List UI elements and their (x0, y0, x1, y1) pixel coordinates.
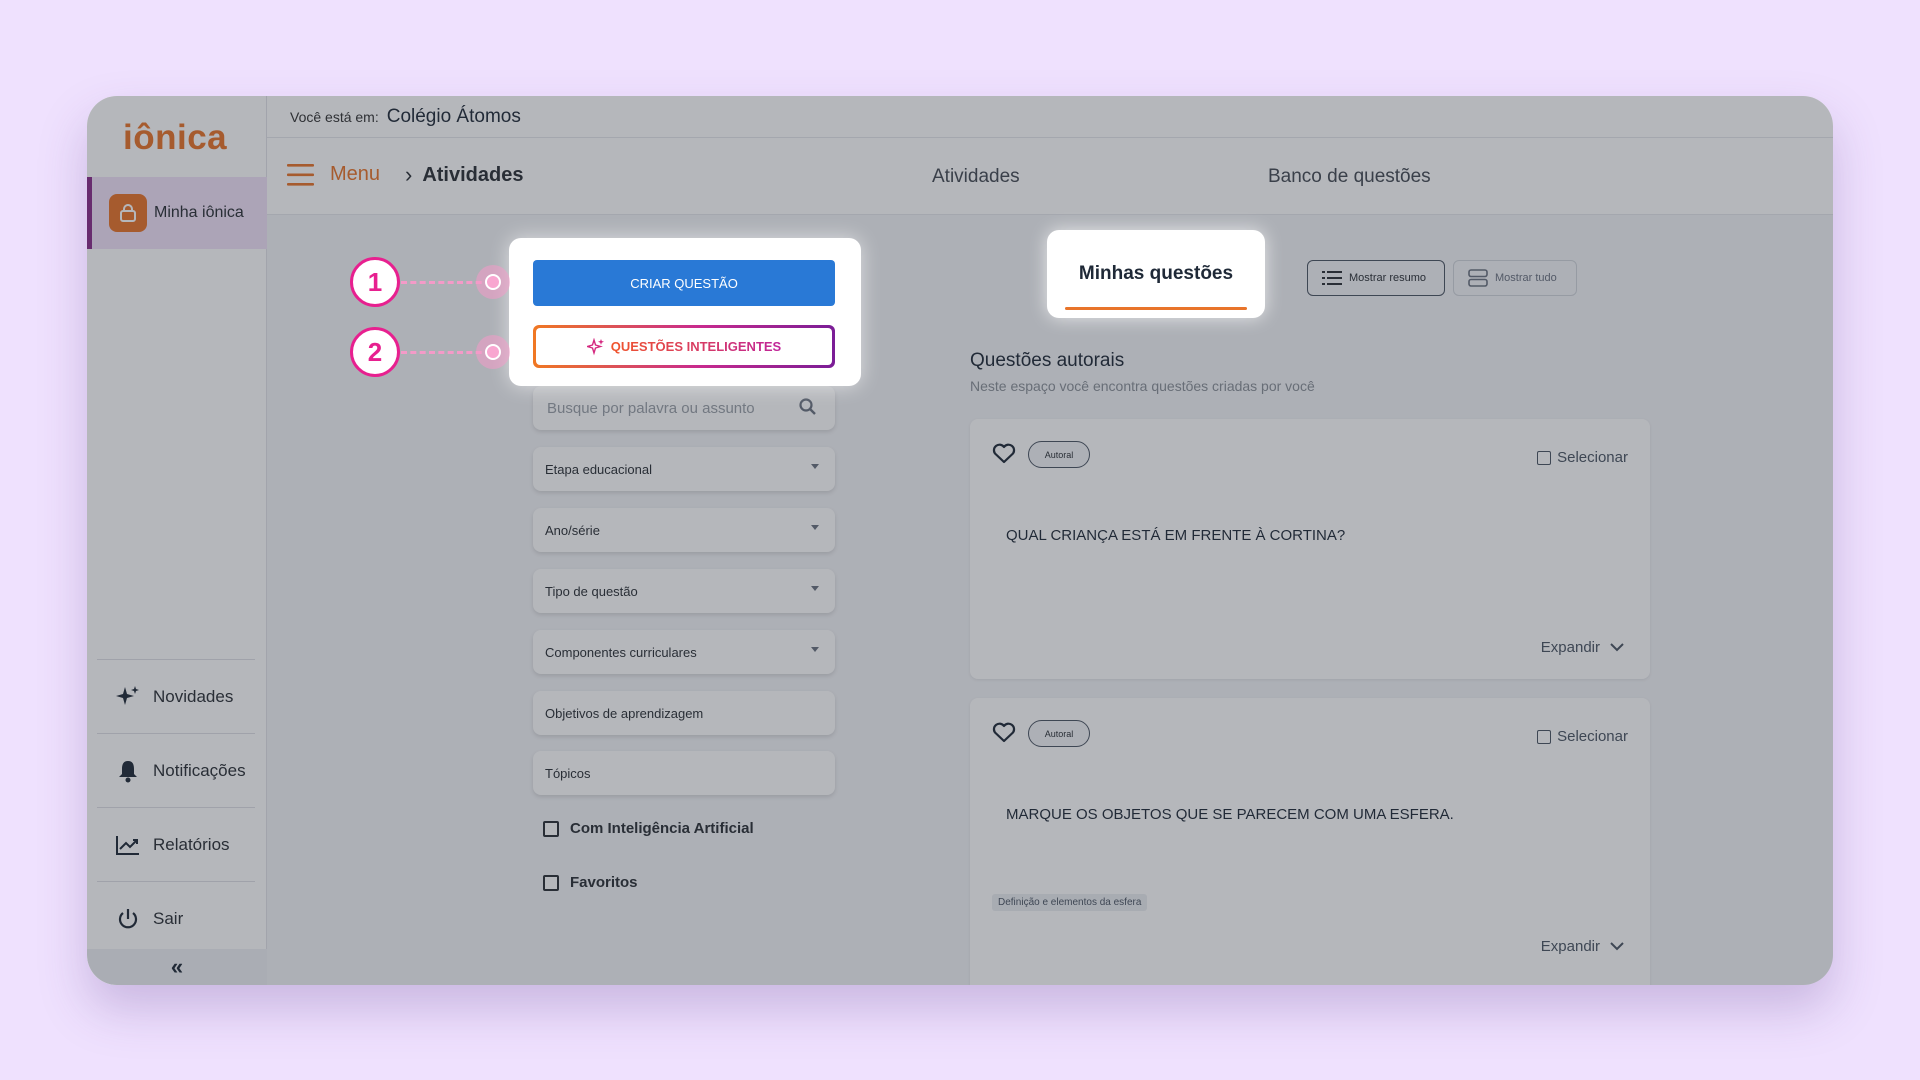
sidebar-item-label: Sair (153, 908, 184, 928)
sidebar-item-label: Novidades (153, 686, 234, 706)
chevron-right-icon: › (405, 162, 413, 187)
menu-button[interactable]: Menu (287, 163, 380, 186)
filter-componentes-curriculares[interactable]: Componentes curriculares (533, 630, 835, 674)
section-title: Questões autorais (970, 350, 1125, 371)
expand-label: Expandir (1540, 938, 1600, 955)
menu-label: Menu (330, 163, 381, 185)
hamburger-icon (287, 163, 314, 186)
smart-questions-label: QUESTÕES INTELIGENTES (610, 339, 782, 354)
school-name[interactable]: Colégio Átomos (387, 106, 521, 128)
checkbox-box[interactable] (1537, 450, 1552, 465)
expand-label: Expandir (1540, 639, 1600, 656)
select-checkbox[interactable]: Selecionar (1537, 449, 1628, 466)
search-input[interactable]: Busque por palavra ou assunto (533, 386, 835, 430)
filter-label: Ano/série (545, 522, 600, 538)
sparkles-icon (586, 337, 604, 355)
tab-atividades[interactable]: Atividades (932, 138, 1020, 215)
filter-etapa-educacional[interactable]: Etapa educacional (533, 447, 835, 491)
filter-ano-serie[interactable]: Ano/série (533, 508, 835, 552)
highlight-popover: CRIAR QUESTÃO QUESTÕES INTELIGENTES (509, 238, 861, 386)
expand-button[interactable]: Expandir (1541, 938, 1624, 955)
tab-label: Minhas questões (1078, 263, 1234, 284)
sidebar-item-label: Minha iônica (154, 204, 244, 221)
question-card: Autoral Selecionar QUAL CRIANÇA ESTÁ EM … (970, 419, 1650, 679)
caret-down-icon (811, 525, 819, 530)
question-text: QUAL CRIANÇA ESTÁ EM FRENTE À CORTINA? (1006, 527, 1346, 544)
search-icon[interactable] (799, 398, 817, 420)
select-label: Selecionar (1557, 449, 1628, 466)
caret-down-icon (811, 586, 819, 591)
filter-topicos[interactable]: Tópicos (533, 751, 835, 795)
filter-label: Tópicos (545, 765, 591, 781)
filter-label: Tipo de questão (545, 583, 638, 599)
power-icon (113, 904, 143, 934)
toggle-label: Mostrar resumo (1349, 272, 1427, 284)
question-text: MARQUE OS OBJETOS QUE SE PARECEM COM UMA… (1006, 806, 1454, 823)
chevron-down-icon (1610, 643, 1624, 652)
filter-objetivos-de-aprendizagem[interactable]: Objetivos de aprendizagem (533, 691, 835, 735)
tab-minhas-questoes[interactable]: Minhas questões (1047, 230, 1265, 318)
caret-down-icon (811, 464, 819, 469)
checkbox-label: Favoritos (570, 874, 638, 891)
search-placeholder: Busque por palavra ou assunto (547, 399, 755, 417)
heart-icon[interactable] (992, 443, 1016, 469)
checkbox-favoritos[interactable]: Favoritos (543, 874, 638, 891)
lock-bag-icon (109, 194, 147, 232)
toggle-label: Mostrar tudo (1495, 272, 1557, 284)
create-question-button[interactable]: CRIAR QUESTÃO (533, 260, 835, 306)
navigation-bar: Menu › Atividades Atividades Banco de qu… (267, 138, 1833, 215)
smart-questions-inner: QUESTÕES INTELIGENTES (536, 328, 832, 365)
checkbox-box[interactable] (543, 874, 559, 891)
ionica-logo[interactable]: iônica (123, 118, 227, 158)
topic-tag: Definição e elementos da esfera (992, 894, 1148, 911)
filter-label: Objetivos de aprendizagem (545, 705, 704, 721)
filter-tipo-de-questao[interactable]: Tipo de questão (533, 569, 835, 613)
tab-banco-de-questoes[interactable]: Banco de questões (1268, 138, 1431, 215)
location-bar: Você está em: Colégio Átomos (267, 96, 1833, 138)
checkbox-box[interactable] (543, 820, 559, 837)
sidebar: iônica Minha iônica Novidades Notificaçõ… (87, 96, 267, 985)
checkbox-com-ia[interactable]: Com Inteligência Artificial (543, 820, 754, 837)
expand-button[interactable]: Expandir (1541, 639, 1624, 656)
caret-down-icon (811, 647, 819, 652)
active-tab-underline (1065, 307, 1247, 310)
sidebar-item-minha-ionica[interactable]: Minha iônica (87, 177, 267, 249)
rows-icon (1468, 269, 1488, 287)
sidebar-item-sair[interactable]: Sair (97, 881, 255, 955)
question-card: Autoral Selecionar MARQUE OS OBJETOS QUE… (970, 698, 1650, 985)
sidebar-item-notificacoes[interactable]: Notificações (97, 733, 255, 807)
smart-questions-button[interactable]: QUESTÕES INTELIGENTES (533, 325, 835, 368)
chart-icon (113, 830, 143, 860)
checkbox-label: Com Inteligência Artificial (570, 820, 754, 837)
heart-icon[interactable] (992, 722, 1016, 748)
checkbox-box[interactable] (1537, 729, 1552, 744)
breadcrumb: › Atividades (405, 162, 523, 188)
chevron-down-icon (1610, 942, 1624, 951)
show-all-button[interactable]: Mostrar tudo (1453, 260, 1577, 296)
list-icon (1322, 270, 1342, 286)
step-2-dot (485, 344, 501, 360)
select-checkbox[interactable]: Selecionar (1537, 728, 1628, 745)
autoral-tag: Autoral (1028, 720, 1090, 747)
sidebar-item-label: Notificações (153, 760, 246, 780)
show-summary-button[interactable]: Mostrar resumo (1307, 260, 1445, 296)
sidebar-item-novidades[interactable]: Novidades (97, 659, 255, 733)
sparkles-icon (113, 682, 143, 712)
section-subtitle: Neste espaço você encontra questões cria… (970, 378, 1315, 394)
bell-icon (113, 756, 143, 786)
step-1-dot (485, 274, 501, 290)
filter-label: Etapa educacional (545, 461, 652, 477)
breadcrumb-item[interactable]: Atividades (422, 164, 523, 187)
double-chevron-left-icon: « (170, 954, 184, 979)
location-label: Você está em: (290, 108, 379, 125)
step-2-badge: 2 (350, 327, 400, 377)
sidebar-item-label: Relatórios (153, 834, 230, 854)
sidebar-item-relatorios[interactable]: Relatórios (97, 807, 255, 881)
step-1-badge: 1 (350, 257, 400, 307)
filter-label: Componentes curriculares (545, 644, 697, 660)
collapse-sidebar-button[interactable]: « (87, 949, 267, 985)
autoral-tag: Autoral (1028, 441, 1090, 468)
app-window: iônica Minha iônica Novidades Notificaçõ… (87, 96, 1833, 985)
select-label: Selecionar (1557, 728, 1628, 745)
